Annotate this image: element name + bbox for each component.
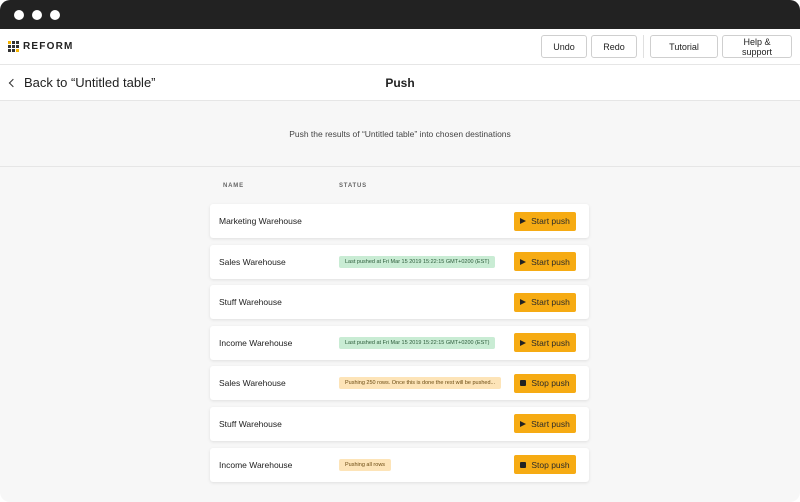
toolbar-actions: Undo Redo Tutorial Help & support [541,35,792,58]
play-icon [520,299,527,306]
push-button-label: Stop push [531,378,570,389]
push-button-label: Start push [531,297,570,308]
table-row: Sales Warehouse Last pushed at Fri Mar 15… [210,244,589,279]
status-badge: Last pushed at Fri Mar 15 2019 15:22:15 … [339,255,496,268]
logo-text: REFORM [23,41,74,52]
app-window: REFORM Undo Redo Tutorial Help & support… [0,0,800,502]
table-row: Income Warehouse Pushing all rows Stop pus… [210,447,589,482]
stop-icon [520,461,527,468]
stop-icon [520,380,527,387]
destination-name: Sales Warehouse [219,378,286,389]
play-icon [520,339,527,346]
destination-name: Income Warehouse [219,459,293,470]
window-minimize-dot[interactable] [32,9,42,20]
toolbar-divider [643,35,644,58]
top-navbar: REFORM Undo Redo Tutorial Help & support [0,29,800,65]
tutorial-button[interactable]: Tutorial [650,35,718,58]
window-titlebar [0,0,800,29]
destination-name: Marketing Warehouse [219,216,302,226]
destination-name: Sales Warehouse [219,256,286,267]
window-close-dot[interactable] [14,9,24,20]
chevron-left-icon [8,78,18,87]
push-button-label: Start push [531,216,570,226]
table-row: Stuff Warehouse Start push [210,285,589,320]
play-icon [520,258,527,265]
page-subheader: Back to “Untitled table” Push [0,65,800,101]
destination-name: Stuff Warehouse [219,418,282,429]
column-header-status: STATUS [339,183,367,189]
destinations-list: Marketing Warehouse Start push Sales Wareh… [210,204,589,482]
status-badge: Pushing all rows [339,458,392,471]
play-icon [520,420,527,427]
status-badge: Last pushed at Fri Mar 15 2019 15:22:15 … [339,336,496,349]
stop-push-button[interactable]: Stop push [514,455,576,475]
column-header-name: NAME [223,183,244,189]
help-support-button[interactable]: Help & support [722,35,792,58]
logo-grid-icon [8,41,19,52]
push-button-label: Start push [531,418,570,429]
start-push-button[interactable]: Start push [514,333,576,353]
table-row: Income Warehouse Last pushed at Fri Mar 1… [210,325,589,360]
start-push-button[interactable]: Start push [514,292,576,312]
destination-name: Income Warehouse [219,337,293,348]
table-header: NAME STATUS [210,181,589,195]
push-button-label: Start push [531,256,570,267]
back-link[interactable]: Back to “Untitled table” [8,75,156,90]
status-badge: Pushing 250 rows. Once this is done the … [339,377,502,390]
table-row: Sales Warehouse Pushing 250 rows. Once th… [210,366,589,401]
play-icon [520,218,527,224]
start-push-button[interactable]: Start push [514,414,576,434]
logo[interactable]: REFORM [8,41,74,52]
redo-button[interactable]: Redo [591,35,637,58]
push-button-label: Start push [531,337,570,348]
destinations-section: NAME STATUS Marketing Warehouse Start pus… [0,167,800,482]
push-button-label: Stop push [531,459,570,470]
table-row: Marketing Warehouse Start push [210,204,589,238]
undo-button[interactable]: Undo [541,35,587,58]
start-push-button[interactable]: Start push [514,252,576,272]
stop-push-button[interactable]: Stop push [514,373,576,393]
start-push-button[interactable]: Start push [514,211,576,231]
back-link-label: Back to “Untitled table” [24,75,156,90]
intro-text: Push the results of “Untitled table” int… [0,101,800,167]
window-maximize-dot[interactable] [50,9,60,20]
destination-name: Stuff Warehouse [219,297,282,308]
table-row: Stuff Warehouse Start push [210,406,589,441]
